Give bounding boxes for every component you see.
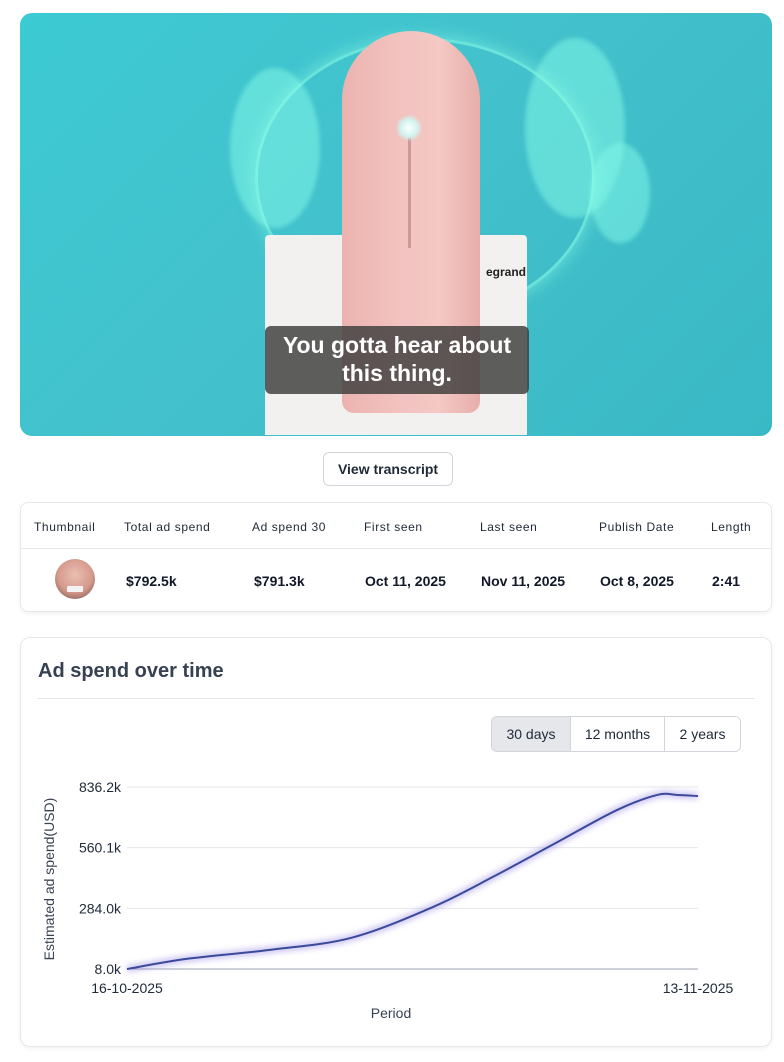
header-last-seen: Last seen bbox=[480, 520, 538, 534]
video-player[interactable]: egrand You gotta hear about this thing. bbox=[20, 13, 772, 436]
water-splash-decoration bbox=[590, 143, 650, 243]
total-ad-spend-value: $792.5k bbox=[126, 573, 177, 589]
device-strip-image bbox=[408, 138, 411, 248]
x-axis-label: Period bbox=[371, 1005, 411, 1021]
line-chart: 8.0k 284.0k 560.1k 836.2k 16-10-2025 13-11-2… bbox=[41, 779, 734, 1021]
video-caption: You gotta hear about this thing. bbox=[265, 326, 529, 394]
y-tick-label: 284.0k bbox=[79, 900, 122, 916]
series-line-shadow bbox=[126, 790, 699, 973]
header-publish-date: Publish Date bbox=[599, 520, 675, 534]
ad-stats-table: Thumbnail Total ad spend Ad spend 30 Fir… bbox=[20, 502, 772, 612]
ad-spend-chart-card: Ad spend over time 30 days 12 months 2 y… bbox=[20, 637, 772, 1047]
series-line bbox=[126, 792, 699, 970]
header-length: Length bbox=[711, 520, 752, 534]
y-tick-label: 836.2k bbox=[79, 779, 122, 795]
x-tick-label: 16-10-2025 bbox=[91, 980, 163, 996]
brand-text: egrand bbox=[486, 265, 527, 279]
y-tick-label: 8.0k bbox=[95, 961, 122, 977]
y-tick-label: 560.1k bbox=[79, 840, 122, 856]
header-ad-spend-30: Ad spend 30 bbox=[252, 520, 326, 534]
y-axis-label: Estimated ad spend(USD) bbox=[41, 798, 57, 961]
view-transcript-button[interactable]: View transcript bbox=[323, 452, 453, 486]
header-total-ad-spend: Total ad spend bbox=[124, 520, 211, 534]
header-thumbnail: Thumbnail bbox=[34, 520, 96, 534]
thumbnail-tag-decoration bbox=[67, 586, 83, 592]
length-value: 2:41 bbox=[712, 573, 741, 589]
x-tick-label: 13-11-2025 bbox=[663, 980, 734, 996]
publish-date-value: Oct 8, 2025 bbox=[600, 573, 674, 589]
header-first-seen: First seen bbox=[364, 520, 423, 534]
ad-spend-30-value: $791.3k bbox=[254, 573, 305, 589]
light-glow-decoration bbox=[396, 115, 422, 141]
first-seen-value: Oct 11, 2025 bbox=[365, 573, 446, 589]
ad-thumbnail[interactable] bbox=[55, 559, 95, 599]
last-seen-value: Nov 11, 2025 bbox=[481, 573, 566, 589]
